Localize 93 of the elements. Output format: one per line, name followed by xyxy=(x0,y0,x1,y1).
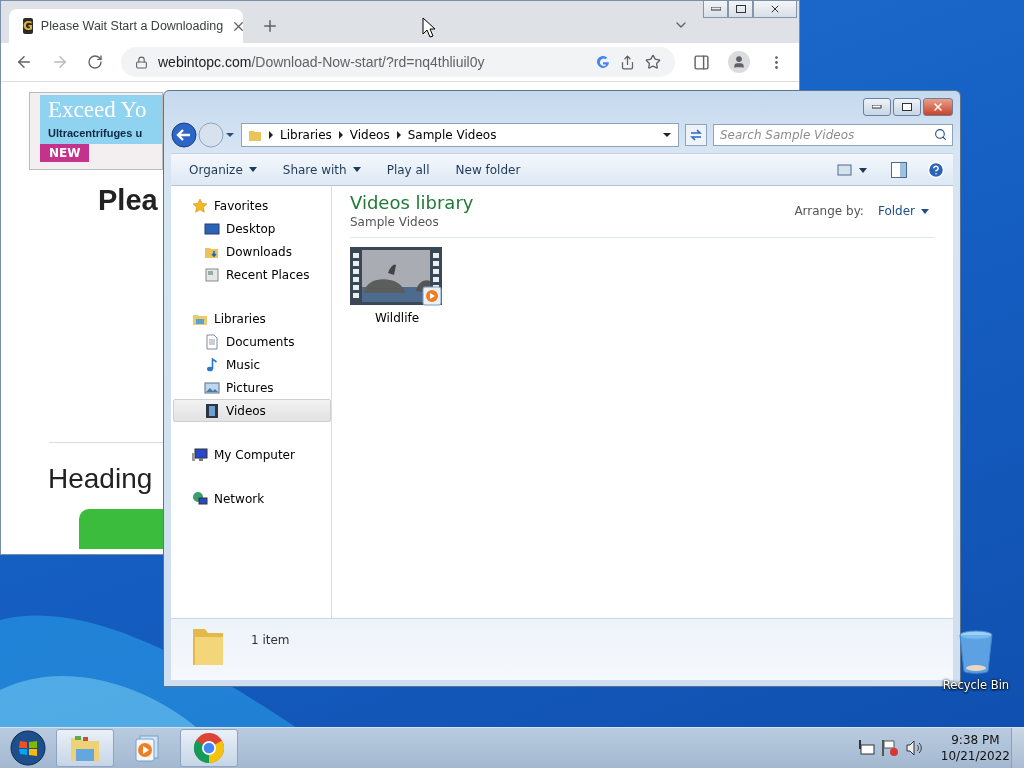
new-tab-icon[interactable] xyxy=(261,17,279,35)
picture-icon xyxy=(204,379,220,396)
browser-tab[interactable]: G Please Wait Start a Downloading xyxy=(9,9,243,43)
nav-item[interactable]: Network xyxy=(173,487,331,510)
maximize-icon xyxy=(735,5,746,13)
breadcrumb-item[interactable]: Videos xyxy=(349,128,390,142)
nav-item[interactable]: Music xyxy=(173,353,331,376)
media-player-icon xyxy=(132,733,162,763)
search-field[interactable]: Search Sample Videos xyxy=(713,124,953,146)
minimize-icon xyxy=(710,7,721,11)
page-title: Plea xyxy=(98,184,158,217)
nav-item[interactable]: Desktop xyxy=(173,217,331,240)
desktop-icon xyxy=(204,220,220,237)
music-note-icon xyxy=(204,356,220,373)
help-icon[interactable] xyxy=(927,160,945,179)
g-logo-icon xyxy=(596,55,610,69)
view-options-icon[interactable] xyxy=(837,162,867,177)
caret-icon xyxy=(248,167,257,172)
folder-icon xyxy=(248,128,262,142)
page-heading: Heading xyxy=(48,463,153,495)
star-icon[interactable] xyxy=(645,54,661,70)
nav-item[interactable]: Recent Places xyxy=(173,263,331,286)
arrange-label: Arrange by: xyxy=(794,204,864,218)
reload-icon[interactable] xyxy=(87,54,103,70)
url-text: webintopc.com/Download-Now-start/?rd=nq4thliuil0y xyxy=(158,54,486,70)
profile-icon[interactable] xyxy=(728,51,750,73)
maximize-button[interactable] xyxy=(893,98,921,116)
toolbar-button[interactable]: Organize xyxy=(179,158,267,181)
item-count: 1 item xyxy=(251,633,290,647)
cursor-icon xyxy=(422,17,436,38)
nav-item[interactable]: Videos xyxy=(173,399,331,422)
address-bar[interactable]: webintopc.com/Download-Now-start/?rd=nq4thliuil0y xyxy=(121,47,675,77)
favicon: G xyxy=(23,18,33,34)
refresh-icon[interactable] xyxy=(685,124,707,146)
lock-icon xyxy=(135,55,148,69)
windows-logo-icon xyxy=(10,730,46,766)
search-icon xyxy=(934,128,947,141)
desktop-icon-label[interactable]: Recycle Bin xyxy=(942,678,1010,692)
tab-title: Please Wait Start a Downloading xyxy=(40,19,224,33)
star-icon xyxy=(192,197,208,214)
chrome-icon xyxy=(193,732,225,764)
nav-item[interactable]: Documents xyxy=(173,330,331,353)
nav-item[interactable]: Downloads xyxy=(173,240,331,263)
caret-icon xyxy=(352,167,361,172)
close-icon xyxy=(932,101,944,113)
film-icon xyxy=(204,402,220,419)
toolbar-button[interactable]: Play all xyxy=(376,158,440,181)
library-subtitle: Sample Videos xyxy=(350,215,440,229)
close-icon xyxy=(769,3,781,15)
maximize-button[interactable] xyxy=(728,1,753,18)
chevron-icon xyxy=(337,131,344,139)
toolbar-button[interactable]: Share with xyxy=(272,158,371,181)
recent-places-icon xyxy=(204,266,220,283)
library-title: Videos library xyxy=(350,192,474,213)
toolbar-button[interactable]: New folder xyxy=(445,158,531,181)
caret-icon xyxy=(921,208,929,214)
back-icon[interactable] xyxy=(15,53,33,71)
nav-item[interactable]: Libraries xyxy=(173,307,331,330)
recycle-bin-icon xyxy=(958,630,994,676)
share-icon[interactable] xyxy=(620,54,635,70)
chevron-icon xyxy=(395,131,402,139)
ad-headline: Exceed Yo xyxy=(48,96,148,124)
minimize-icon xyxy=(872,105,882,109)
back-icon[interactable] xyxy=(171,122,197,148)
speaker-icon[interactable] xyxy=(904,739,923,757)
maximize-icon xyxy=(902,103,912,111)
folder-icon xyxy=(69,733,101,763)
clock-date: 10/21/2022 xyxy=(940,748,1010,764)
network-icon[interactable] xyxy=(856,739,875,757)
clock[interactable]: 9:38 PM 10/21/2022 xyxy=(940,732,1010,764)
close-button[interactable] xyxy=(923,98,953,116)
ad-subline: Ultracentrifuges u xyxy=(48,126,144,141)
arrange-dropdown[interactable]: Folder xyxy=(877,204,929,218)
side-panel-icon[interactable] xyxy=(693,53,710,71)
document-icon xyxy=(204,333,220,350)
caret-icon[interactable] xyxy=(225,131,235,139)
address-bar[interactable]: Libraries Videos Sample Videos xyxy=(241,123,679,147)
nav-item[interactable]: Favorites xyxy=(173,194,331,217)
minimize-button[interactable] xyxy=(863,98,891,116)
file-name[interactable]: Wildlife xyxy=(374,311,420,325)
breadcrumb-item[interactable]: Libraries xyxy=(280,128,332,142)
taskbar-button[interactable] xyxy=(180,729,238,767)
dropdown-icon[interactable] xyxy=(662,131,672,139)
computer-icon xyxy=(192,446,208,463)
network-icon xyxy=(192,490,208,507)
nav-item[interactable]: Pictures xyxy=(173,376,331,399)
flag-icon[interactable] xyxy=(880,739,899,757)
nav-item[interactable]: My Computer xyxy=(173,443,331,466)
breadcrumb-item[interactable]: Sample Videos xyxy=(407,128,497,142)
preview-pane-icon[interactable] xyxy=(891,161,907,178)
clock-time: 9:38 PM xyxy=(951,732,1000,748)
chevron-icon xyxy=(268,131,274,139)
ad-badge: NEW xyxy=(40,144,90,162)
